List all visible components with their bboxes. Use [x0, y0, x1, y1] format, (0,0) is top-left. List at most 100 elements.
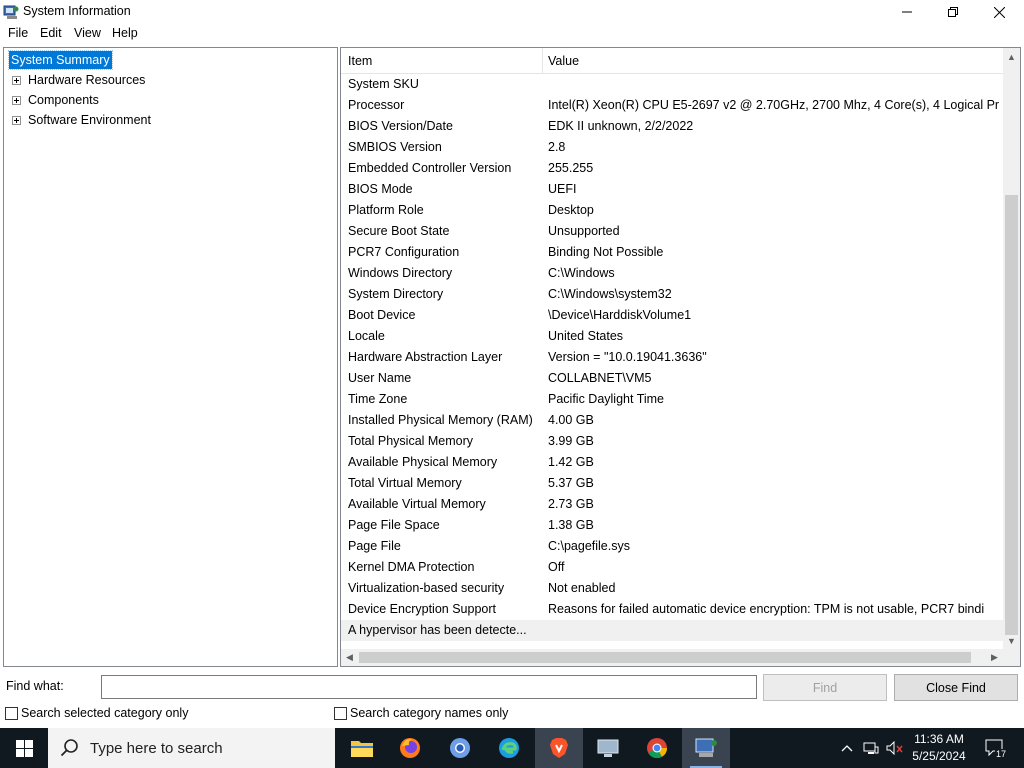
clock-time: 11:36 AM: [914, 732, 964, 746]
table-row[interactable]: PCR7 Configuration Binding Not Possible: [341, 242, 1003, 263]
row-value: Desktop: [548, 203, 594, 217]
row-value: Reasons for failed automatic device encr…: [548, 602, 985, 616]
row-value: Unsupported: [548, 224, 620, 238]
tree-item-system-summary[interactable]: System Summary: [8, 50, 113, 70]
table-row[interactable]: Secure Boot State Unsupported: [341, 221, 1003, 242]
table-row[interactable]: Boot Device \Device\HarddiskVolume1: [341, 305, 1003, 326]
expand-icon[interactable]: [12, 95, 21, 105]
table-row[interactable]: Page File C:\pagefile.sys: [341, 536, 1003, 557]
notification-center-button[interactable]: 17: [980, 728, 1010, 768]
table-row[interactable]: SMBIOS Version 2.8: [341, 137, 1003, 158]
menu-edit[interactable]: Edit: [39, 26, 63, 40]
horizontal-scroll-thumb[interactable]: [359, 652, 971, 663]
vertical-scroll-thumb[interactable]: [1005, 195, 1018, 635]
row-value: 2.8: [548, 140, 566, 154]
table-row[interactable]: Kernel DMA Protection Off: [341, 557, 1003, 578]
edge-app[interactable]: [485, 728, 533, 768]
scroll-down-icon[interactable]: ▼: [1003, 632, 1020, 649]
row-value: 255.255: [548, 161, 594, 175]
show-hidden-icons-icon[interactable]: [838, 728, 856, 768]
start-button[interactable]: [0, 728, 48, 768]
table-row[interactable]: Total Physical Memory 3.99 GB: [341, 431, 1003, 452]
taskbar-clock[interactable]: 11:36 AM 5/25/2024: [906, 731, 972, 765]
tree-item-software-environment[interactable]: Software Environment: [12, 111, 151, 129]
table-row[interactable]: System SKU: [341, 74, 1003, 95]
column-divider[interactable]: [542, 48, 543, 74]
row-value: C:\Windows\system32: [548, 287, 672, 301]
table-row[interactable]: Time Zone Pacific Daylight Time: [341, 389, 1003, 410]
chrome-app[interactable]: [633, 728, 681, 768]
expand-icon[interactable]: [12, 115, 21, 125]
table-row[interactable]: Available Physical Memory 1.42 GB: [341, 452, 1003, 473]
restore-button[interactable]: [930, 0, 976, 24]
table-row[interactable]: BIOS Version/Date EDK II unknown, 2/2/202…: [341, 116, 1003, 137]
vertical-scrollbar[interactable]: ▲ ▼: [1003, 48, 1020, 649]
table-row[interactable]: Embedded Controller Version 255.255: [341, 158, 1003, 179]
network-icon[interactable]: [860, 728, 882, 768]
table-row[interactable]: User Name COLLABNET\VM5: [341, 368, 1003, 389]
taskbar-search[interactable]: Type here to search: [48, 728, 335, 768]
row-item: Platform Role: [348, 203, 424, 217]
find-input[interactable]: [101, 675, 757, 699]
expand-icon[interactable]: [12, 75, 21, 85]
column-header-item[interactable]: Item: [348, 54, 372, 68]
chromium-app[interactable]: [436, 728, 484, 768]
close-find-button[interactable]: Close Find: [894, 674, 1018, 701]
row-item: BIOS Version/Date: [348, 119, 453, 133]
menu-view[interactable]: View: [73, 26, 102, 40]
search-category-names-label: Search category names only: [350, 706, 509, 720]
brave-app[interactable]: [535, 728, 583, 768]
row-item: Locale: [348, 329, 385, 343]
search-selected-category-option[interactable]: Search selected category only: [5, 706, 188, 720]
row-item: Hardware Abstraction Layer: [348, 350, 503, 364]
file-explorer-app[interactable]: [338, 728, 386, 768]
details-list[interactable]: Item Value System SKU Processor Intel(R) X…: [340, 47, 1021, 667]
table-row[interactable]: Virtualization-based security Not enabled: [341, 578, 1003, 599]
table-row[interactable]: Processor Intel(R) Xeon(R) CPU E5-2697 v2…: [341, 95, 1003, 116]
table-row[interactable]: Installed Physical Memory (RAM) 4.00 GB: [341, 410, 1003, 431]
table-row[interactable]: Total Virtual Memory 5.37 GB: [341, 473, 1003, 494]
firefox-icon: [400, 738, 420, 758]
table-row[interactable]: A hypervisor has been detecte...: [341, 620, 1003, 641]
find-button[interactable]: Find: [763, 674, 887, 701]
row-value: \Device\HarddiskVolume1: [548, 308, 692, 322]
firefox-app[interactable]: [386, 728, 434, 768]
row-item: Time Zone: [348, 392, 408, 406]
volume-muted-icon[interactable]: [884, 728, 906, 768]
table-row[interactable]: BIOS Mode UEFI: [341, 179, 1003, 200]
scroll-left-icon[interactable]: ◀: [341, 649, 358, 666]
search-selected-category-checkbox[interactable]: [5, 706, 18, 720]
system-information-icon: [3, 4, 19, 20]
tree-item-components[interactable]: Components: [12, 91, 99, 109]
search-icon: [60, 739, 78, 757]
table-row[interactable]: System Directory C:\Windows\system32: [341, 284, 1003, 305]
system-information-app[interactable]: [682, 728, 730, 768]
table-row[interactable]: Available Virtual Memory 2.73 GB: [341, 494, 1003, 515]
folder-icon: [351, 741, 373, 757]
scroll-right-icon[interactable]: ▶: [986, 649, 1003, 666]
search-category-names-checkbox[interactable]: [334, 706, 347, 720]
system-information-icon: [695, 738, 717, 757]
close-button[interactable]: [976, 0, 1022, 24]
table-row[interactable]: Hardware Abstraction Layer Version = "10.…: [341, 347, 1003, 368]
category-tree[interactable]: System Summary Hardware Resources Compon…: [3, 47, 338, 667]
table-row[interactable]: Platform Role Desktop: [341, 200, 1003, 221]
column-header-value[interactable]: Value: [548, 54, 579, 68]
table-row[interactable]: Page File Space 1.38 GB: [341, 515, 1003, 536]
title-bar: System Information: [0, 0, 1024, 24]
scrollbar-corner: [1003, 649, 1020, 666]
table-row[interactable]: Device Encryption Support Reasons for fai…: [341, 599, 1003, 620]
remote-desktop-app[interactable]: [584, 728, 632, 768]
search-category-names-option[interactable]: Search category names only: [334, 706, 508, 720]
row-item: BIOS Mode: [348, 182, 413, 196]
windows-logo-icon: [15, 739, 33, 757]
horizontal-scrollbar[interactable]: ◀ ▶: [341, 649, 1003, 666]
tree-item-hardware-resources[interactable]: Hardware Resources: [12, 71, 145, 89]
menu-help[interactable]: Help: [111, 26, 139, 40]
row-value: 1.38 GB: [548, 518, 594, 532]
table-row[interactable]: Windows Directory C:\Windows: [341, 263, 1003, 284]
menu-file[interactable]: File: [7, 26, 29, 40]
scroll-up-icon[interactable]: ▲: [1003, 48, 1020, 65]
table-row[interactable]: Locale United States: [341, 326, 1003, 347]
minimize-button[interactable]: [884, 0, 930, 24]
